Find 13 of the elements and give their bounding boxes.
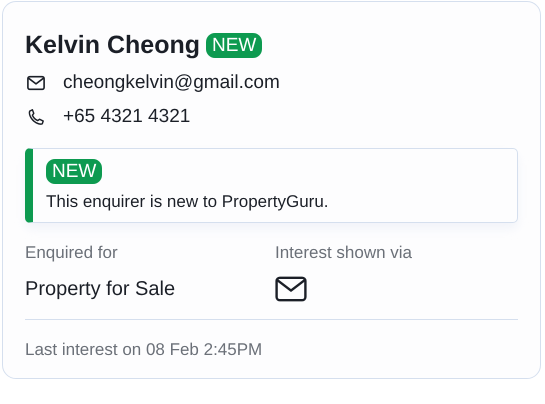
field-label: Enquired for [25, 243, 119, 264]
new-badge: NEW [46, 159, 102, 184]
contact-name: Kelvin Cheong [25, 30, 200, 60]
mail-icon [275, 276, 307, 302]
notice-message: This enquirer is new to PropertyGuru. [46, 192, 330, 212]
last-interest-text: Last interest on 08 Feb 2:45PM [25, 340, 264, 360]
field-label: Interest shown via [275, 243, 414, 264]
mail-icon [27, 74, 45, 92]
field-value: Property for Sale [25, 276, 176, 302]
phone-icon [27, 108, 45, 126]
new-badge: NEW [206, 32, 262, 58]
phone-number: +65 4321 4321 [63, 106, 190, 128]
email-address: cheongkelvin@gmail.com [63, 72, 280, 94]
